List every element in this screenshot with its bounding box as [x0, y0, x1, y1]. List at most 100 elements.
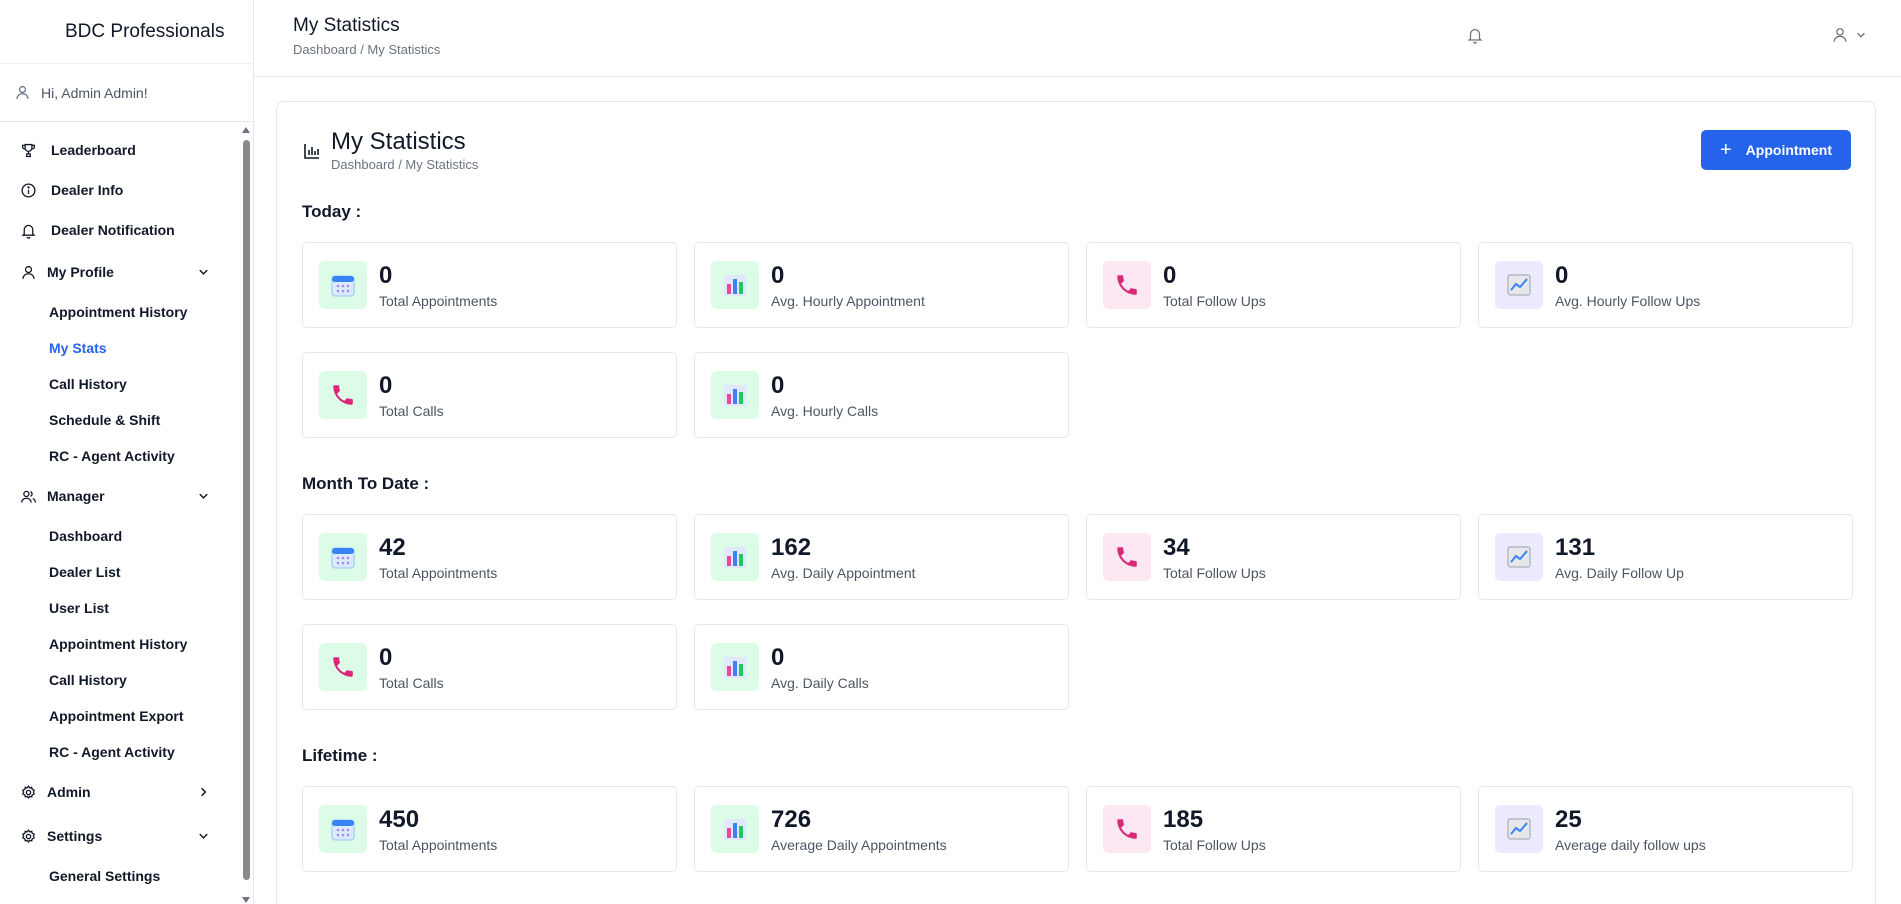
page-title: My Statistics: [331, 128, 466, 155]
calendar-icon: [319, 805, 367, 853]
sidebar-group-settings[interactable]: Settings: [0, 814, 238, 858]
sidebar-item-my-stats[interactable]: My Stats: [0, 330, 238, 366]
scroll-up-arrow[interactable]: [242, 127, 250, 133]
phone-icon: [319, 371, 367, 419]
trophy-icon: [21, 143, 36, 157]
chevron-down-icon: [199, 833, 208, 839]
phone-icon: [1103, 261, 1151, 309]
trend-chart-icon: [1495, 533, 1543, 581]
stat-card: 185 Total Follow Ups: [1086, 786, 1461, 872]
stat-label: Total Appointments: [379, 293, 498, 309]
sidebar-item-schedule-shift[interactable]: Schedule & Shift: [0, 402, 238, 438]
stat-value: 726: [771, 806, 812, 833]
chevron-down-icon: [1857, 32, 1865, 38]
stat-value: 34: [1163, 534, 1190, 561]
sidebar-item-dealer-notification[interactable]: Dealer Notification: [0, 210, 238, 250]
sidebar-item-user-list[interactable]: User List: [0, 590, 238, 626]
users-icon: [21, 490, 36, 503]
stat-card: 162 Avg. Daily Appointment: [694, 514, 1069, 600]
stat-label: Avg. Daily Calls: [771, 675, 869, 691]
sidebar-group-my-profile[interactable]: My Profile: [0, 250, 238, 294]
stat-value: 450: [379, 806, 420, 833]
bell-icon: [21, 224, 36, 239]
scroll-thumb[interactable]: [243, 140, 250, 880]
stat-value: 0: [771, 644, 785, 671]
sidebar-item-dealer-info[interactable]: Dealer Info: [0, 170, 238, 210]
stat-value: 0: [771, 262, 785, 289]
stat-label: Avg. Daily Follow Up: [1555, 565, 1684, 581]
page-breadcrumb[interactable]: Dashboard / My Statistics: [331, 157, 478, 172]
sidebar-item-dealer-list[interactable]: Dealer List: [0, 554, 238, 590]
stat-value: 0: [1163, 262, 1177, 289]
bar-chart-icon: [711, 533, 759, 581]
sidebar-item-appointment-history[interactable]: Appointment History: [0, 294, 238, 330]
stat-label: Average daily follow ups: [1555, 837, 1706, 853]
add-appointment-button[interactable]: + Appointment: [1701, 130, 1851, 170]
stat-label: Avg. Hourly Appointment: [771, 293, 925, 309]
sidebar-item-call-history[interactable]: Call History: [0, 366, 238, 402]
stat-label: Avg. Hourly Follow Ups: [1555, 293, 1701, 309]
gear-icon: [21, 828, 36, 843]
stat-card: 34 Total Follow Ups: [1086, 514, 1461, 600]
user-icon: [16, 85, 29, 99]
calendar-icon: [319, 261, 367, 309]
stat-label: Total Calls: [379, 403, 444, 419]
stat-label: Total Appointments: [379, 837, 498, 853]
chevron-down-icon: [199, 269, 208, 275]
stat-value: 0: [379, 644, 393, 671]
sidebar-item-leaderboard[interactable]: Leaderboard: [0, 130, 238, 170]
phone-icon: [1103, 533, 1151, 581]
stat-card: 450 Total Appointments: [302, 786, 677, 872]
brand-title[interactable]: BDC Professionals: [0, 0, 253, 64]
trend-chart-icon: [1495, 805, 1543, 853]
stat-value: 0: [1555, 262, 1569, 289]
stat-value: 131: [1555, 534, 1596, 561]
stat-label: Avg. Daily Appointment: [771, 565, 916, 581]
add-appointment-label: Appointment: [1745, 142, 1832, 158]
header-breadcrumb[interactable]: Dashboard / My Statistics: [293, 42, 440, 57]
trend-chart-icon: [1495, 261, 1543, 309]
sidebar-item-general-settings[interactable]: General Settings: [0, 858, 238, 894]
stat-value: 185: [1163, 806, 1204, 833]
notification-bell-icon[interactable]: [1466, 26, 1484, 44]
stat-value: 42: [379, 534, 406, 561]
sidebar-item-manager-appointment-history[interactable]: Appointment History: [0, 626, 238, 662]
sidebar-item-dashboard[interactable]: Dashboard: [0, 518, 238, 554]
sidebar-nav: Leaderboard Dealer Info Dealer Notificat…: [0, 122, 238, 904]
bar-chart-icon: [711, 261, 759, 309]
sidebar-item-appointment-export[interactable]: Appointment Export: [0, 698, 238, 734]
sidebar-scrollbar[interactable]: [240, 122, 252, 904]
stat-card: 0 Total Follow Ups: [1086, 242, 1461, 328]
scroll-down-arrow[interactable]: [242, 897, 250, 903]
sidebar-group-manager[interactable]: Manager: [0, 474, 238, 518]
sidebar-item-label: Dealer Notification: [51, 222, 175, 238]
sidebar-group-label: Admin: [47, 784, 91, 800]
sidebar: BDC Professionals Hi, Admin Admin! Leade…: [0, 0, 254, 904]
stat-card: 0 Avg. Hourly Calls: [694, 352, 1069, 438]
sidebar-item-rc-agent-activity[interactable]: RC - Agent Activity: [0, 438, 238, 474]
sidebar-item-label: Dealer Info: [51, 182, 124, 198]
stat-card: 0 Total Calls: [302, 352, 677, 438]
stat-label: Total Calls: [379, 675, 444, 691]
sidebar-group-label: My Profile: [47, 264, 114, 280]
info-icon: [21, 182, 36, 198]
sidebar-group-admin[interactable]: Admin: [0, 770, 238, 814]
stat-card: 0 Total Calls: [302, 624, 677, 710]
plus-icon: +: [1719, 139, 1732, 161]
section-label-today: Today :: [302, 202, 362, 221]
stat-value: 162: [771, 534, 812, 561]
stat-card: 42 Total Appointments: [302, 514, 677, 600]
stat-card: 0 Total Appointments: [302, 242, 677, 328]
stat-card: 0 Avg. Hourly Follow Ups: [1478, 242, 1853, 328]
user-menu[interactable]: [1831, 26, 1867, 44]
chevron-down-icon: [199, 493, 208, 499]
sidebar-item-manager-call-history[interactable]: Call History: [0, 662, 238, 698]
phone-icon: [319, 643, 367, 691]
phone-icon: [1103, 805, 1151, 853]
user-icon: [22, 265, 35, 279]
sidebar-group-label: Settings: [47, 828, 103, 844]
sidebar-item-manager-rc-agent-activity[interactable]: RC - Agent Activity: [0, 734, 238, 770]
stat-value: 0: [379, 372, 393, 399]
sidebar-item-label: Leaderboard: [51, 142, 136, 158]
stat-card: 131 Avg. Daily Follow Up: [1478, 514, 1853, 600]
